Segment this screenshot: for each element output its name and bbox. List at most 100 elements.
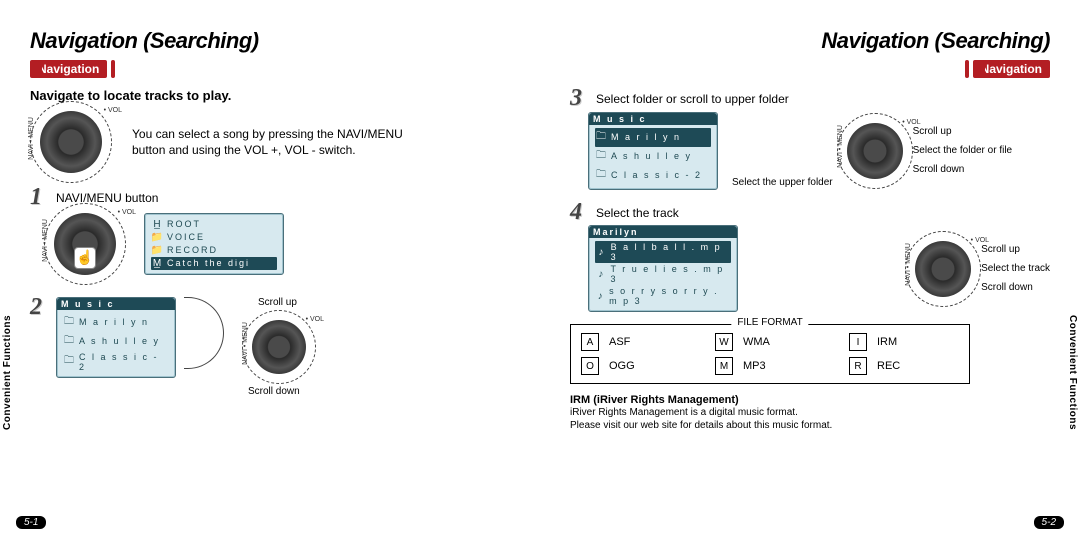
intro-description: You can select a song by pressing the NA… <box>132 126 412 158</box>
folder-open-icon: 🗀 <box>65 353 75 370</box>
dial-label-vol: • VOL <box>104 107 122 114</box>
file-format-value: OGG <box>609 360 635 372</box>
lcd-item-text: Catch the digi <box>167 258 250 268</box>
page-title: Navigation (Searching) <box>30 28 510 54</box>
finger-press-icon: ☝ <box>74 247 96 269</box>
lcd-music-list: M u s i c 🗀M a r i l y n 🗀A s h u l l e … <box>56 297 176 378</box>
lcd-item: 📁 RECORD <box>151 244 277 257</box>
folder-open-icon: 🗀 <box>597 148 607 165</box>
music-file-icon: ♪ <box>597 291 605 302</box>
file-format-value: WMA <box>743 336 770 348</box>
folder-open-icon: 🗀 <box>65 333 75 350</box>
irm-text-line1: iRiver Rights Management is a digital mu… <box>570 406 1050 419</box>
lcd-item-text: C l a s s i c - 2 <box>611 170 702 180</box>
lcd-item-text: B a l l b a l l . m p 3 <box>611 242 729 262</box>
drive-icon: H̲ <box>153 219 163 230</box>
jog-dial-icon <box>847 123 903 179</box>
side-section-label: Convenient Functions <box>1067 315 1078 430</box>
lcd-item-selected: ♪ B a l l b a l l . m p 3 <box>595 241 731 263</box>
navi-dial-step2: NAVI • MENU • VOL <box>252 320 306 374</box>
file-format-cell: AASF <box>581 333 691 351</box>
lcd-item: 🗀C l a s s i c - 2 <box>595 166 711 185</box>
file-format-value: MP3 <box>743 360 766 372</box>
scroll-up-label: Scroll up <box>232 297 306 308</box>
step-number-3: 3 <box>570 88 588 110</box>
manual-page-right: Navigation (Searching) Navigation 3 Sele… <box>540 0 1080 539</box>
scroll-arc-icon <box>184 297 224 369</box>
file-format-key: M <box>715 357 733 375</box>
file-format-key: W <box>715 333 733 351</box>
lcd-marilyn-list: Marilyn ♪B a l l b a l l . m p 3 ♪T r u … <box>588 225 738 312</box>
file-format-value: IRM <box>877 336 897 348</box>
step-4: 4 Select the track <box>570 202 1050 224</box>
lcd-header: Marilyn <box>589 226 737 238</box>
intro-heading: Navigate to locate tracks to play. <box>30 88 510 103</box>
lcd-item-text: C l a s s i c - 2 <box>79 352 167 372</box>
music-file-icon: M̲ <box>153 258 163 269</box>
lcd-item: 🗀 A s h u l l e y <box>595 147 711 166</box>
file-format-value: ASF <box>609 336 630 348</box>
scroll-up-label: Scroll up <box>913 126 1013 137</box>
step-1-label: NAVI/MENU button <box>56 187 158 205</box>
step-number-2: 2 <box>30 297 48 319</box>
page-title: Navigation (Searching) <box>570 28 1050 54</box>
folder-icon: 📁 <box>153 245 163 256</box>
lcd-item: H̲ ROOT <box>151 218 277 231</box>
lcd-header: M u s i c <box>57 298 175 310</box>
irm-title: IRM (iRiver Rights Management) <box>570 394 1050 406</box>
file-format-title: FILE FORMAT <box>731 317 808 328</box>
dial-annotations: Scroll up Select the track Scroll down <box>981 244 1050 293</box>
lcd-item-text: ROOT <box>167 219 201 229</box>
side-section-label: Convenient Functions <box>2 315 13 430</box>
jog-dial-icon <box>252 320 306 374</box>
lcd-item: 🗀 A s h u l l e y <box>63 332 169 351</box>
lcd-item-selected: 🗀M a r i l y n <box>595 128 711 147</box>
step-number-1: 1 <box>30 187 48 209</box>
page-number: 5-2 <box>1034 516 1064 529</box>
step-2: 2 M u s i c 🗀M a r i l y n 🗀A s h u l l … <box>30 297 510 397</box>
lcd-item-text: T r u e l i e s . m p 3 <box>610 264 729 284</box>
irm-note: IRM (iRiver Rights Management) iRiver Ri… <box>570 394 1050 432</box>
step-3-label: Select folder or scroll to upper folder <box>596 88 789 106</box>
lcd-item-text: A s h u l l e y <box>79 336 160 346</box>
file-format-key: I <box>849 333 867 351</box>
section-tab-row: Navigation <box>570 60 1050 78</box>
lcd-item-text: s o r r y s o r r y . m p 3 <box>609 286 729 306</box>
music-file-icon: ♪ <box>597 269 606 280</box>
music-file-icon: ♪ <box>597 247 607 258</box>
navi-dial-step1: ☝ NAVI • MENU • VOL <box>54 213 116 275</box>
lcd-item-text: M a r i l y n <box>611 132 681 142</box>
scroll-down-label: Scroll down <box>981 282 1050 293</box>
file-format-key: O <box>581 357 599 375</box>
lcd-item: ♪ T r u e l i e s . m p 3 <box>595 263 731 285</box>
lcd-item-text: RECORD <box>167 245 218 255</box>
navi-dial-step4: NAVI • MENU • VOL <box>915 241 971 297</box>
lcd-root-list: H̲ ROOT 📁VOICE 📁 RECORD M̲ Catch the digi <box>144 213 284 275</box>
file-format-box: FILE FORMAT AASF WWMA IIRM OOGG MMP3 RRE… <box>570 324 970 384</box>
lcd-item-text: A s h u l l e y <box>611 151 692 161</box>
file-format-key: R <box>849 357 867 375</box>
lcd-item: ♪ s o r r y s o r r y . m p 3 <box>595 285 731 307</box>
step-3: 3 Select folder or scroll to upper folde… <box>570 88 1050 110</box>
scroll-down-label: Scroll down <box>913 164 1013 175</box>
section-tab-row: Navigation <box>30 60 510 78</box>
folder-open-icon: 🗀 <box>65 314 75 331</box>
jog-dial-icon <box>915 241 971 297</box>
section-tab-navigation: Navigation <box>973 60 1050 78</box>
lcd-item-text: VOICE <box>167 232 205 242</box>
manual-page-left: Navigation (Searching) Navigation Naviga… <box>0 0 540 539</box>
lcd-item: 📁VOICE <box>151 231 277 244</box>
navi-dial-step3: NAVI • MENU • VOL <box>847 123 903 179</box>
step-1: 1 NAVI/MENU button <box>30 187 510 209</box>
scroll-up-label: Scroll up <box>981 244 1050 255</box>
file-format-cell: W WMA <box>715 333 825 351</box>
file-format-cell: I IRM <box>849 333 959 351</box>
navi-dial-diagram: NAVI • MENU • VOL <box>40 111 102 173</box>
lcd-header: M u s i c <box>589 113 717 125</box>
lcd-item: 🗀C l a s s i c - 2 <box>63 351 169 373</box>
file-format-cell: M MP3 <box>715 357 825 375</box>
jog-dial-icon <box>40 111 102 173</box>
step-number-4: 4 <box>570 202 588 224</box>
file-format-value: REC <box>877 360 900 372</box>
select-upper-folder-label: Select the upper folder <box>732 177 833 190</box>
